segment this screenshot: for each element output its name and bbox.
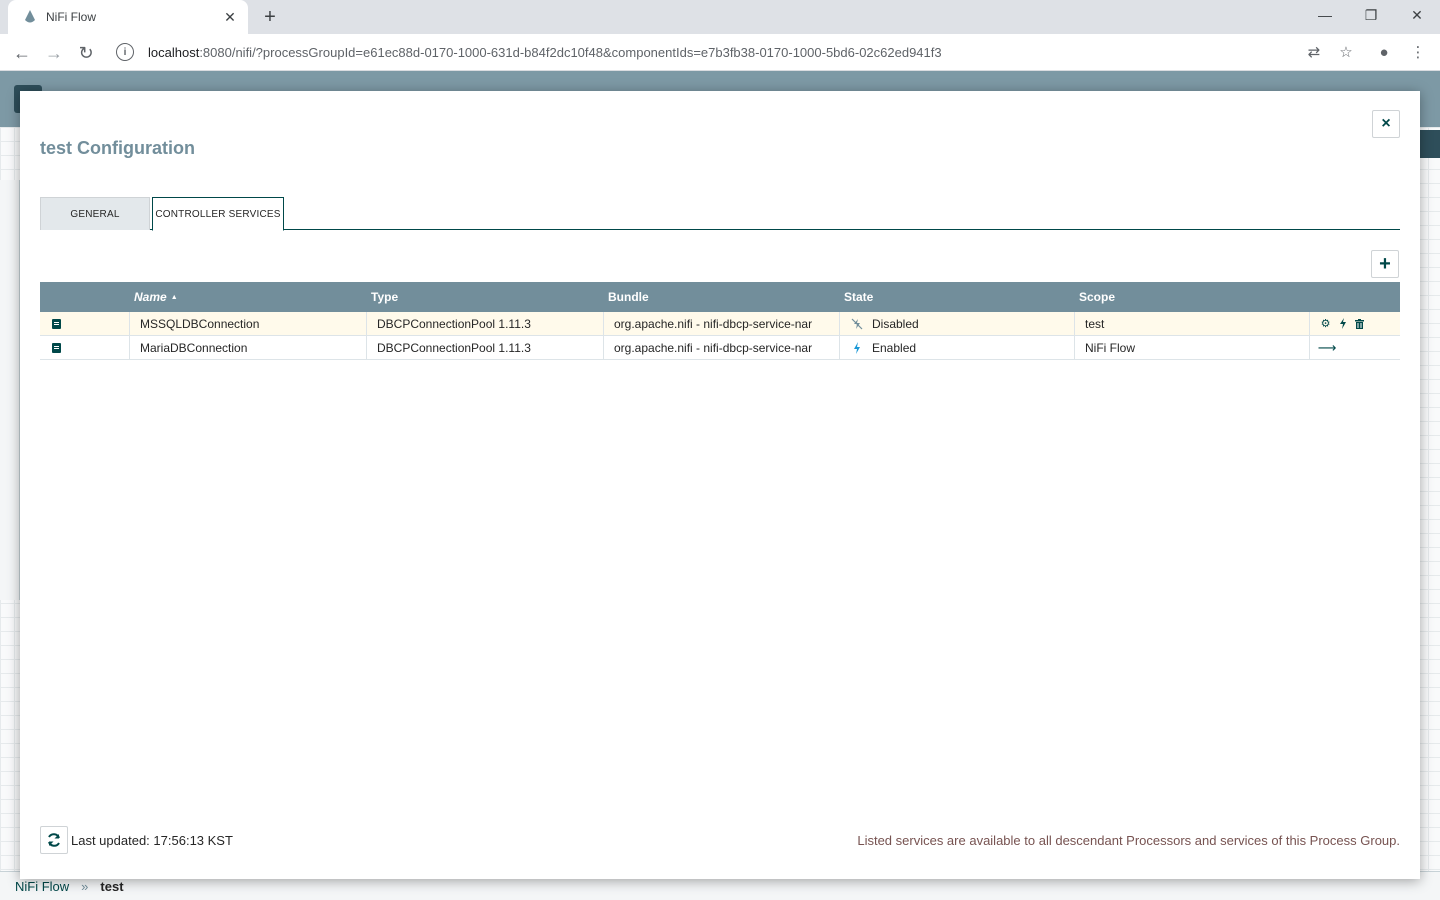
column-header-scope[interactable]: Scope: [1075, 282, 1310, 312]
back-icon[interactable]: ←: [8, 39, 36, 67]
reload-icon[interactable]: ↻: [72, 39, 100, 67]
new-tab-icon[interactable]: +: [258, 6, 282, 28]
configuration-tabs: GENERAL CONTROLLER SERVICES: [40, 197, 1400, 231]
menu-kebab-icon[interactable]: ⋮: [1408, 42, 1428, 62]
scope-note: Listed services are available to all des…: [857, 833, 1400, 848]
arrow-right-icon[interactable]: ⟶: [1318, 340, 1337, 356]
usage-docs-icon[interactable]: [52, 342, 61, 353]
row-type: DBCPConnectionPool 1.11.3: [367, 336, 604, 359]
browser-toolbar: ← → ↻ i localhost:8080/nifi/?processGrou…: [0, 34, 1440, 71]
row-bundle: org.apache.nifi - nifi-dbcp-service-nar: [604, 312, 840, 335]
last-updated-time: 17:56:13 KST: [153, 833, 233, 848]
column-header-icon: [40, 282, 130, 312]
table-header: Name ▲ Type Bundle State Scope: [40, 282, 1400, 312]
row-type: DBCPConnectionPool 1.11.3: [367, 312, 604, 335]
refresh-icon: [48, 833, 60, 847]
breadcrumb-separator: »: [81, 878, 89, 894]
row-name: MariaDBConnection: [130, 336, 367, 359]
trash-icon[interactable]: [1354, 318, 1365, 329]
url-path: :8080/nifi/?processGroupId=e61ec88d-0170…: [199, 44, 942, 60]
flash-icon[interactable]: [1337, 318, 1348, 329]
breadcrumb-current: test: [100, 878, 124, 894]
column-header-state[interactable]: State: [840, 282, 1075, 312]
row-state: Enabled: [872, 340, 917, 355]
operate-palette: [0, 180, 20, 600]
browser-tab-title: NiFi Flow: [46, 10, 96, 24]
row-scope: NiFi Flow: [1075, 336, 1310, 359]
sort-ascending-icon: ▲: [170, 293, 178, 301]
breadcrumb-root[interactable]: NiFi Flow: [15, 879, 69, 894]
controller-services-table: Name ▲ Type Bundle State Scope MSSQLDBCo…: [40, 282, 1400, 360]
bookmark-star-icon[interactable]: ☆: [1336, 42, 1356, 62]
browser-tab[interactable]: NiFi Flow ✕: [8, 0, 248, 34]
enabled-state-icon: [850, 341, 864, 354]
configuration-dialog: test Configuration × GENERAL CONTROLLER …: [20, 91, 1420, 879]
translate-icon[interactable]: ⇄: [1304, 42, 1324, 62]
column-header-name[interactable]: Name ▲: [130, 282, 367, 312]
column-header-bundle[interactable]: Bundle: [604, 282, 840, 312]
row-bundle: org.apache.nifi - nifi-dbcp-service-nar: [604, 336, 840, 359]
address-bar[interactable]: i localhost:8080/nifi/?processGroupId=e6…: [110, 38, 1370, 66]
profile-icon[interactable]: ●: [1374, 42, 1394, 62]
column-header-actions: [1310, 282, 1400, 312]
last-updated: Last updated: 17:56:13 KST: [71, 833, 233, 848]
forward-icon[interactable]: →: [40, 39, 68, 67]
tab-controller-services[interactable]: CONTROLLER SERVICES: [152, 197, 284, 231]
tab-close-icon[interactable]: ✕: [222, 9, 238, 25]
refresh-button[interactable]: [40, 826, 68, 854]
browser-tabstrip: NiFi Flow ✕ + — ❐ ✕: [0, 0, 1440, 34]
column-header-name-label: Name: [134, 290, 167, 304]
site-info-icon[interactable]: i: [116, 43, 134, 61]
nifi-favicon-icon: [22, 9, 38, 25]
minimize-icon[interactable]: —: [1302, 0, 1348, 30]
restore-icon[interactable]: ❐: [1348, 0, 1394, 30]
add-controller-service-button[interactable]: +: [1371, 250, 1399, 278]
last-updated-label: Last updated:: [71, 833, 150, 848]
url-host: localhost: [148, 44, 200, 60]
column-header-type[interactable]: Type: [367, 282, 604, 312]
close-button[interactable]: ×: [1372, 110, 1400, 138]
disabled-state-icon: [850, 318, 864, 330]
row-state: Disabled: [872, 316, 919, 331]
usage-docs-icon[interactable]: [52, 318, 61, 329]
global-menu-tab[interactable]: [1420, 130, 1440, 158]
row-name: MSSQLDBConnection: [130, 312, 367, 335]
row-scope: test: [1075, 312, 1310, 335]
tab-general[interactable]: GENERAL: [40, 197, 150, 230]
window-close-icon[interactable]: ✕: [1394, 0, 1440, 30]
table-row[interactable]: MSSQLDBConnection DBCPConnectionPool 1.1…: [40, 312, 1400, 336]
dialog-title: test Configuration: [40, 138, 195, 158]
gear-icon[interactable]: ⚙: [1320, 317, 1331, 330]
table-row[interactable]: MariaDBConnection DBCPConnectionPool 1.1…: [40, 336, 1400, 360]
